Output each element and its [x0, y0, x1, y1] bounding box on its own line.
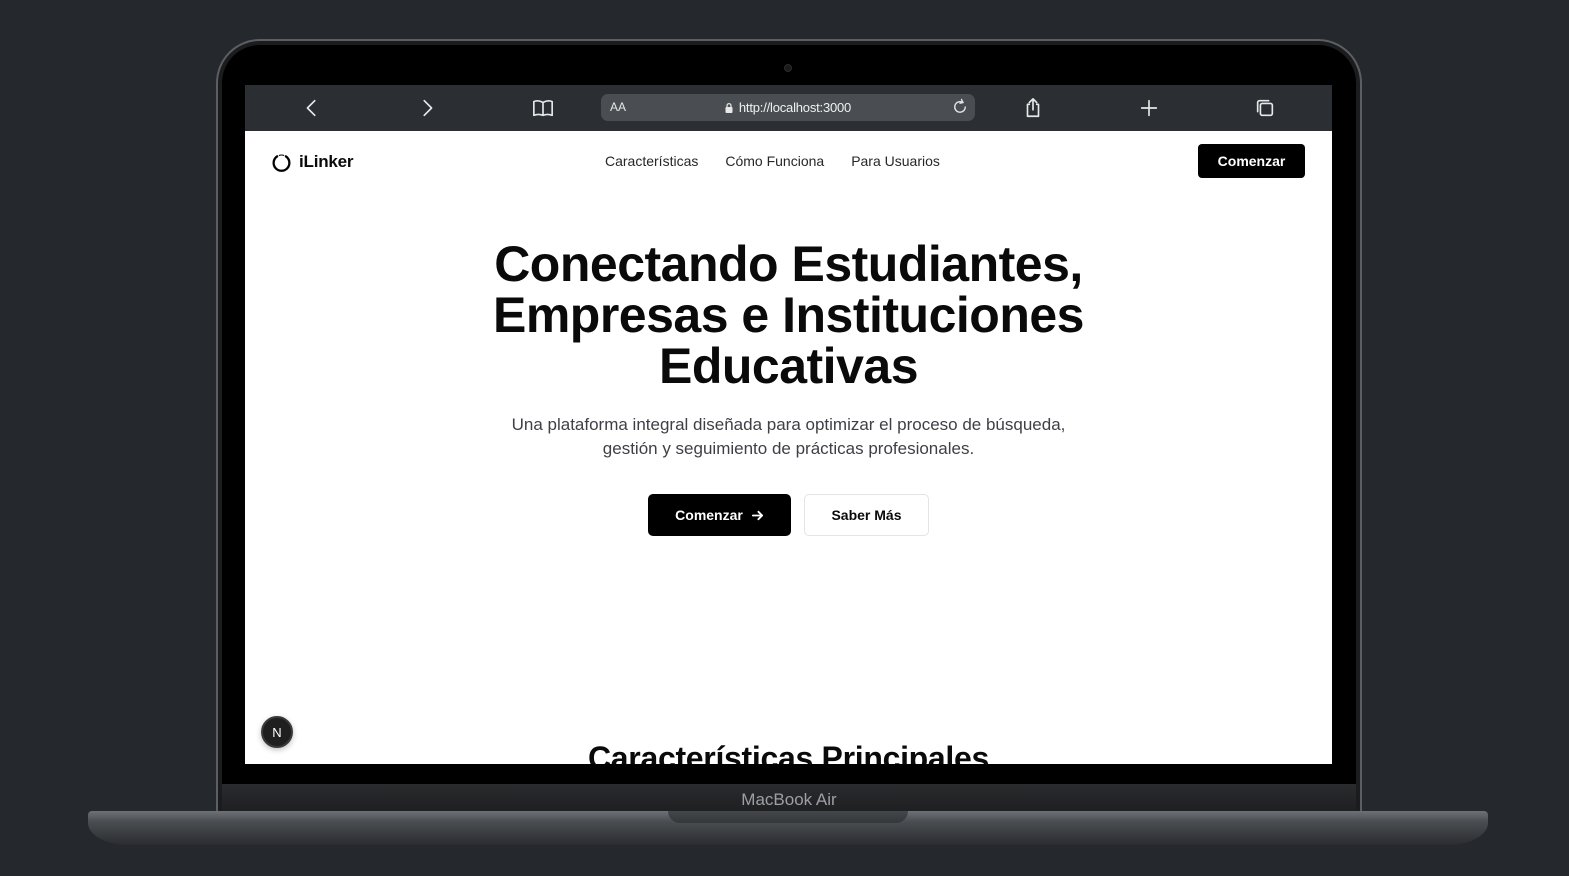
device-label: MacBook Air [741, 790, 837, 809]
reload-icon[interactable] [951, 98, 969, 116]
tabs-icon[interactable] [1254, 97, 1276, 119]
hero-subtitle-line-2: gestión y seguimiento de prácticas profe… [602, 439, 975, 458]
nav-link-caracteristicas[interactable]: Características [605, 153, 698, 169]
dev-badge-letter: N [272, 724, 282, 740]
web-page: iLinker Características Cómo Funciona Pa… [245, 131, 1332, 764]
hero-subtitle-line-1: Una plataforma integral diseñada para op… [511, 415, 1066, 434]
laptop-notch [668, 811, 908, 823]
laptop-chin: MacBook Air [222, 784, 1356, 814]
logo-icon [272, 153, 291, 172]
nav-link-para-usuarios[interactable]: Para Usuarios [851, 153, 940, 169]
url-text: http://localhost:3000 [738, 100, 852, 115]
back-icon[interactable] [301, 97, 323, 119]
hero-title-line-3: Educativas [658, 338, 919, 394]
features-section-title: Características Principales [587, 740, 990, 764]
hero-title-line-2: Empresas e Instituciones [492, 287, 1085, 343]
url-display[interactable]: http://localhost:3000 [601, 100, 975, 115]
address-bar[interactable]: AA http://localhost:3000 [601, 94, 975, 121]
learn-more-button[interactable]: Saber Más [804, 494, 929, 536]
get-started-label: Comenzar [675, 507, 743, 523]
hero-subtitle: Una plataforma integral diseñada para op… [245, 413, 1332, 461]
get-started-button[interactable]: Comenzar [648, 494, 791, 536]
forward-icon[interactable] [416, 97, 438, 119]
hero-title-line-1: Conectando Estudiantes, [494, 236, 1083, 292]
hero-title: Conectando Estudiantes, Empresas e Insti… [245, 239, 1332, 392]
share-icon[interactable] [1022, 97, 1044, 119]
header-cta-button[interactable]: Comenzar [1198, 144, 1305, 178]
brand-name: iLinker [299, 152, 354, 171]
nav-link-como-funciona[interactable]: Cómo Funciona [725, 153, 824, 169]
main-nav: Características Cómo Funciona Para Usuar… [605, 153, 940, 169]
new-tab-icon[interactable] [1138, 97, 1160, 119]
brand-logo[interactable]: iLinker [271, 151, 354, 173]
browser-toolbar: AA http://localhost:3000 [245, 85, 1332, 131]
arrow-right-icon [751, 510, 763, 520]
screen: AA http://localhost:3000 iLinker Caracte… [245, 85, 1332, 764]
lock-icon [725, 103, 733, 113]
bookmarks-icon[interactable] [532, 97, 554, 119]
camera [784, 64, 792, 72]
